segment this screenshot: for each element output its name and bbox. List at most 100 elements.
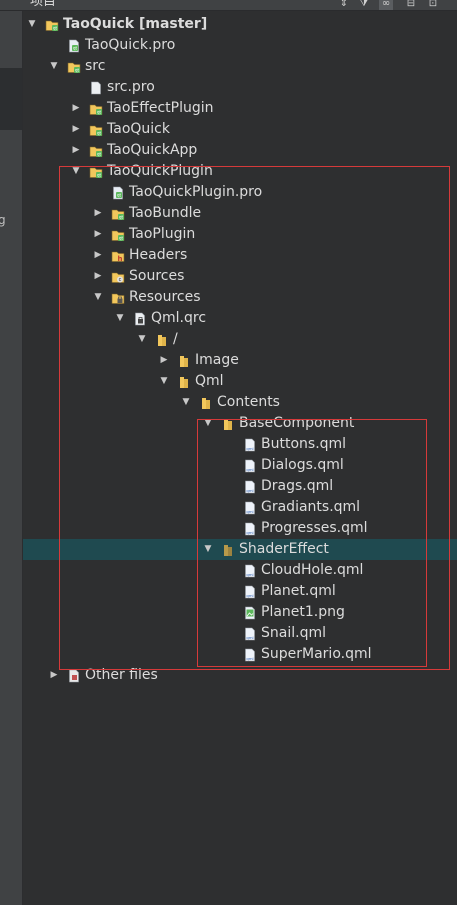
tree-item[interactable]: ▶ qt TaoEffectPlugin: [23, 98, 457, 119]
tree-item[interactable]: qml Snail.qml: [23, 623, 457, 644]
tree-item-label: TaoBundle: [129, 205, 202, 221]
qml-file-icon: qml: [245, 438, 255, 452]
tree-item-label: Gradiants.qml: [261, 499, 361, 515]
tree-item[interactable]: qt TaoQuickPlugin.pro: [23, 182, 457, 203]
tree-item[interactable]: ▼ Resources: [23, 287, 457, 308]
tree-item[interactable]: qt TaoQuick.pro: [23, 35, 457, 56]
tree-item-label: SuperMario.qml: [261, 646, 372, 662]
tree-item[interactable]: qml Gradiants.qml: [23, 497, 457, 518]
tree-item[interactable]: qml Dialogs.qml: [23, 455, 457, 476]
collapse-right-arrow-icon[interactable]: ▶: [92, 266, 104, 287]
tree-item[interactable]: ▶ qt TaoBundle: [23, 203, 457, 224]
tree-item[interactable]: ▼ Qml.qrc: [23, 308, 457, 329]
filter-icon[interactable]: ⧩: [357, 0, 371, 10]
svg-text:qml: qml: [246, 593, 253, 598]
tree-item-label: src.pro: [107, 79, 155, 95]
tree-item[interactable]: ▼ qt TaoQuickPlugin: [23, 161, 457, 182]
collapse-right-arrow-icon[interactable]: ▶: [92, 203, 104, 224]
tree-item[interactable]: ▶ qt TaoQuickApp: [23, 140, 457, 161]
tree-item-label: BaseComponent: [239, 415, 355, 431]
qt-pro-file-icon: qt: [69, 39, 79, 53]
collapse-right-arrow-icon[interactable]: ▶: [92, 224, 104, 245]
tree-item[interactable]: ▼ qt TaoQuick [master]: [23, 14, 457, 35]
tree-item[interactable]: Planet1.png: [23, 602, 457, 623]
project-tree[interactable]: ▶ Other files qml SuperMario.qml qml Snail.qm…: [23, 11, 457, 905]
tree-item[interactable]: ▼ BaseComponent: [23, 413, 457, 434]
tree-item[interactable]: qml CloudHole.qml: [23, 560, 457, 581]
collapse-right-arrow-icon[interactable]: ▶: [92, 245, 104, 266]
svg-text:qml: qml: [246, 656, 253, 661]
tree-item[interactable]: ▼ /: [23, 329, 457, 350]
svg-text:qml: qml: [246, 530, 253, 535]
tree-item[interactable]: ▶ qt TaoQuick: [23, 119, 457, 140]
folder-icon: [158, 335, 166, 346]
tree-item[interactable]: ▶ h Headers: [23, 245, 457, 266]
tree-item-label: src: [85, 58, 106, 74]
qml-file-icon: qml: [245, 501, 255, 515]
tree-item-label: TaoQuick [master]: [63, 16, 208, 32]
expand-down-arrow-icon[interactable]: ▼: [70, 161, 82, 182]
expand-down-arrow-icon[interactable]: ▼: [26, 14, 38, 35]
tree-item[interactable]: qml SuperMario.qml: [23, 644, 457, 665]
tree-item-label: /: [173, 331, 178, 347]
svg-text:qt: qt: [75, 68, 80, 73]
svg-text:qml: qml: [246, 635, 253, 640]
expand-down-arrow-icon[interactable]: ▼: [48, 56, 60, 77]
tree-item-label: Other files: [85, 667, 158, 683]
expand-down-arrow-icon[interactable]: ▼: [114, 308, 126, 329]
tree-item[interactable]: qml Buttons.qml: [23, 434, 457, 455]
expand-down-arrow-icon[interactable]: ▼: [180, 392, 192, 413]
resources-folder-icon: [111, 293, 125, 304]
svg-text:qt: qt: [119, 236, 124, 241]
tree-item[interactable]: qml Drags.qml: [23, 476, 457, 497]
svg-text:qt: qt: [97, 110, 102, 115]
qt-project-icon: qt: [89, 125, 103, 136]
tree-item-label: TaoQuick: [107, 121, 170, 137]
collapse-right-arrow-icon[interactable]: ▶: [70, 98, 82, 119]
link-icon[interactable]: ∞: [379, 0, 393, 10]
close-pane-icon[interactable]: ⊡: [426, 0, 440, 10]
left-side-strip: g: [0, 11, 23, 905]
qt-project-icon: qt: [111, 230, 125, 241]
tree-item[interactable]: qml Planet.qml: [23, 581, 457, 602]
tree-item[interactable]: src.pro: [23, 77, 457, 98]
tree-item[interactable]: ▶ qt TaoPlugin: [23, 224, 457, 245]
svg-text:qml: qml: [246, 509, 253, 514]
tree-item[interactable]: ▶ c Sources: [23, 266, 457, 287]
folder-icon: [224, 419, 232, 430]
expand-down-arrow-icon[interactable]: ▼: [136, 329, 148, 350]
tree-item[interactable]: ▼ qt src: [23, 56, 457, 77]
svg-text:qml: qml: [246, 467, 253, 472]
qt-project-icon: qt: [89, 146, 103, 157]
tree-item[interactable]: ▶ Image: [23, 350, 457, 371]
folder-icon-dark: [224, 545, 232, 556]
expand-down-arrow-icon[interactable]: ▼: [202, 539, 214, 560]
svg-text:qt: qt: [73, 46, 78, 51]
tree-item[interactable]: ▶ Other files: [23, 665, 457, 686]
updown-arrows-icon[interactable]: ⇕: [337, 0, 351, 10]
tree-item[interactable]: ▼ Contents: [23, 392, 457, 413]
svg-text:c: c: [119, 277, 122, 283]
collapse-right-arrow-icon[interactable]: ▶: [48, 665, 60, 686]
pane-header: 项目 ⇕ ⧩ ∞ ⊟ ⊡: [0, 0, 457, 11]
left-strip-selection: [0, 68, 22, 130]
split-icon[interactable]: ⊟: [404, 0, 418, 10]
tree-item[interactable]: qml Progresses.qml: [23, 518, 457, 539]
tree-item[interactable]: ▼ ShaderEffect: [23, 539, 457, 560]
svg-text:h: h: [118, 255, 123, 263]
tree-item[interactable]: ▼ Qml: [23, 371, 457, 392]
collapse-right-arrow-icon[interactable]: ▶: [70, 140, 82, 161]
expand-down-arrow-icon[interactable]: ▼: [92, 287, 104, 308]
collapse-right-arrow-icon[interactable]: ▶: [158, 350, 170, 371]
sources-folder-icon: c: [111, 272, 125, 283]
expand-down-arrow-icon[interactable]: ▼: [158, 371, 170, 392]
svg-text:qt: qt: [97, 131, 102, 136]
tree-item-label: ShaderEffect: [239, 541, 329, 557]
svg-text:qml: qml: [246, 572, 253, 577]
collapse-right-arrow-icon[interactable]: ▶: [70, 119, 82, 140]
folder-icon: [180, 377, 188, 388]
expand-down-arrow-icon[interactable]: ▼: [202, 413, 214, 434]
pane-title: 项目: [30, 0, 57, 9]
tree-item-label: Planet.qml: [261, 583, 336, 599]
headers-folder-icon: h: [111, 251, 125, 263]
